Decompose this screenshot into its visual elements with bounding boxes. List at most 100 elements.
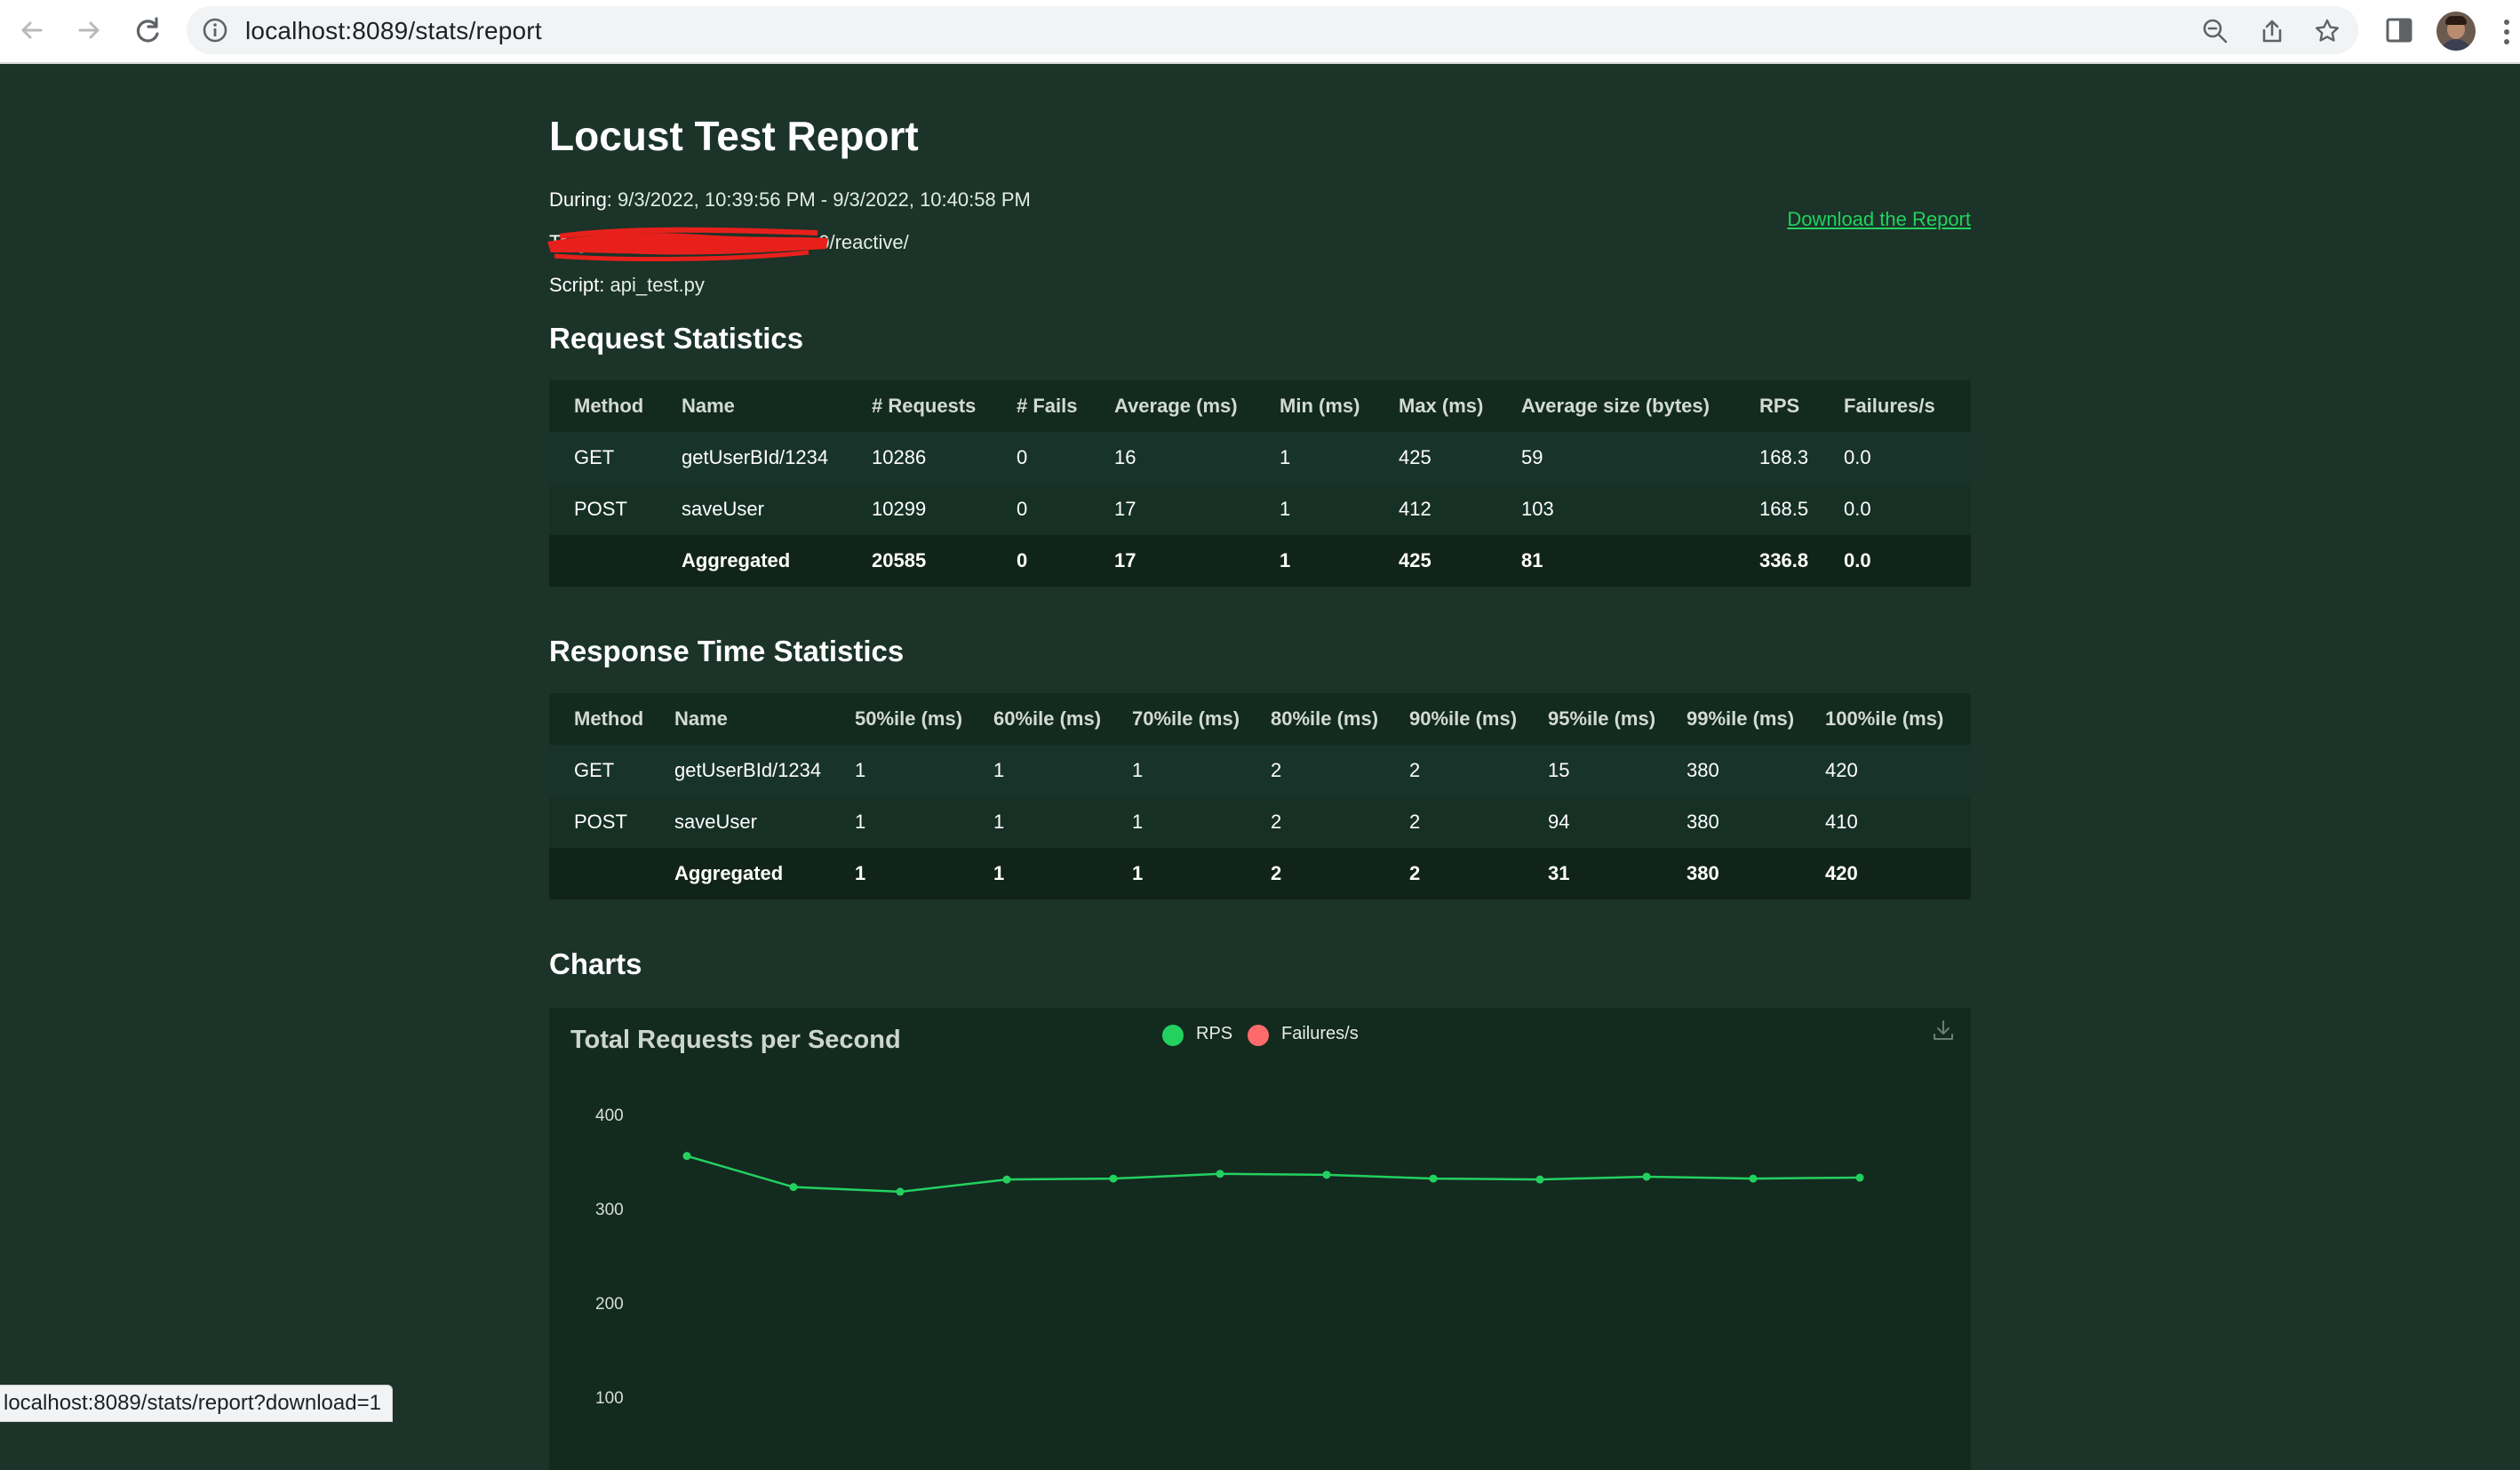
table-cell: GET — [549, 432, 657, 483]
aggregated-row: Aggregated 1 1 1 2 2 31 380 420 — [549, 848, 1971, 899]
side-panel-icon[interactable] — [2383, 14, 2415, 46]
column-header: 80%ile (ms) — [1246, 693, 1384, 745]
column-header: 90%ile (ms) — [1384, 693, 1523, 745]
column-header: RPS — [1734, 380, 1819, 432]
table-cell: 59 — [1496, 432, 1734, 483]
column-header: # Fails — [992, 380, 1089, 432]
column-header: Method — [549, 380, 657, 432]
redaction-scribble — [547, 227, 828, 261]
table-cell: 380 — [1662, 745, 1800, 796]
table-cell: 2 — [1384, 796, 1523, 848]
table-cell: 1 — [1255, 483, 1374, 535]
table-cell: 2 — [1246, 848, 1384, 899]
table-cell: 1 — [830, 745, 969, 796]
series-line-0 — [686, 1154, 1861, 1194]
table-header-row: Method Name 50%ile (ms) 60%ile (ms) 70%ile (… — [549, 693, 1971, 745]
data-point[interactable] — [1216, 1170, 1224, 1178]
profile-avatar[interactable] — [2436, 12, 2476, 51]
share-icon[interactable] — [2259, 18, 2285, 44]
column-header: Failures/s — [1819, 380, 1971, 432]
table-cell: 103 — [1496, 483, 1734, 535]
column-header: Method — [549, 693, 650, 745]
back-button[interactable] — [14, 12, 50, 48]
table-cell: 0.0 — [1819, 432, 1971, 483]
table-cell: Aggregated — [657, 535, 847, 587]
column-header: 50%ile (ms) — [830, 693, 969, 745]
browser-toolbar: localhost:8089/stats/report — [0, 0, 2520, 64]
bookmark-star-icon[interactable] — [2314, 18, 2341, 44]
data-point[interactable] — [1535, 1175, 1544, 1184]
download-report-link[interactable]: Download the Report — [1787, 208, 1971, 231]
table-cell: 81 — [1496, 535, 1734, 587]
table-cell: 380 — [1662, 848, 1800, 899]
table-cell: 1 — [1107, 745, 1246, 796]
column-header: Min (ms) — [1255, 380, 1374, 432]
data-point[interactable] — [1002, 1175, 1011, 1184]
forward-button[interactable] — [71, 12, 107, 48]
script-value: api_test.py — [610, 274, 705, 296]
column-header: Name — [657, 380, 847, 432]
page-title: Locust Test Report — [549, 113, 919, 159]
column-header: # Requests — [847, 380, 992, 432]
table-cell: saveUser — [657, 483, 847, 535]
table-cell: getUserBId/1234 — [650, 745, 830, 796]
data-point[interactable] — [789, 1183, 798, 1192]
table-cell — [549, 848, 650, 899]
table-cell: POST — [549, 483, 657, 535]
table-cell: 10286 — [847, 432, 992, 483]
table-cell: saveUser — [650, 796, 830, 848]
table-cell: 2 — [1384, 745, 1523, 796]
table-cell: 1 — [969, 848, 1107, 899]
table-cell: 0 — [992, 432, 1089, 483]
script-line: Script: api_test.py — [549, 274, 705, 297]
zoom-icon[interactable] — [2202, 18, 2229, 44]
table-cell: 1 — [1255, 432, 1374, 483]
more-menu-icon[interactable] — [2502, 18, 2511, 46]
data-point[interactable] — [896, 1187, 905, 1196]
table-header-row: Method Name # Requests # Fails Average (ms) M… — [549, 380, 1971, 432]
table-cell: 17 — [1089, 535, 1255, 587]
table-cell: getUserBId/1234 — [657, 432, 847, 483]
table-cell: 1 — [1107, 848, 1246, 899]
data-point[interactable] — [1109, 1174, 1118, 1183]
data-point[interactable] — [1322, 1170, 1331, 1179]
column-header: 70%ile (ms) — [1107, 693, 1246, 745]
address-bar[interactable]: localhost:8089/stats/report — [187, 6, 2358, 54]
reload-button[interactable] — [130, 12, 165, 48]
request-statistics-table: Method Name # Requests # Fails Average (ms) M… — [549, 380, 1971, 587]
data-point[interactable] — [1642, 1172, 1651, 1181]
table-cell: 10299 — [847, 483, 992, 535]
data-point[interactable] — [1855, 1173, 1864, 1182]
table-cell: POST — [549, 796, 650, 848]
response-time-statistics-heading: Response Time Statistics — [549, 635, 905, 667]
table-cell: 412 — [1374, 483, 1496, 535]
table-cell: 1 — [969, 745, 1107, 796]
request-statistics-heading: Request Statistics — [549, 322, 804, 355]
data-point[interactable] — [1429, 1174, 1438, 1183]
rps-chart: Total Requests per Second RPS Failures/s… — [549, 1008, 1971, 1470]
y-tick-label: 300 — [595, 1201, 624, 1219]
response-time-statistics-table: Method Name 50%ile (ms) 60%ile (ms) 70%ile (… — [549, 693, 1971, 899]
url-text[interactable]: localhost:8089/stats/report — [245, 17, 542, 45]
table-cell: 2 — [1384, 848, 1523, 899]
status-bubble: localhost:8089/stats/report?download=1 — [0, 1385, 393, 1422]
data-point[interactable] — [1749, 1174, 1758, 1183]
table-cell: 410 — [1800, 796, 1971, 848]
table-cell: 15 — [1523, 745, 1662, 796]
chart-plot-area: 400 300 200 100 — [595, 1106, 1864, 1408]
column-header: 60%ile (ms) — [969, 693, 1107, 745]
table-cell: 17 — [1089, 483, 1255, 535]
table-cell: 380 — [1662, 796, 1800, 848]
column-header: 99%ile (ms) — [1662, 693, 1800, 745]
site-info-icon[interactable] — [201, 16, 229, 44]
column-header: Name — [650, 693, 830, 745]
forward-arrow-icon — [78, 21, 100, 39]
script-label: Script: — [549, 274, 605, 296]
table-cell: 20585 — [847, 535, 992, 587]
y-tick-label: 100 — [595, 1389, 624, 1408]
y-tick-label: 200 — [595, 1295, 624, 1314]
reload-icon — [136, 17, 159, 43]
data-point[interactable] — [682, 1152, 691, 1161]
back-arrow-icon — [21, 21, 43, 39]
table-cell: 1 — [969, 796, 1107, 848]
